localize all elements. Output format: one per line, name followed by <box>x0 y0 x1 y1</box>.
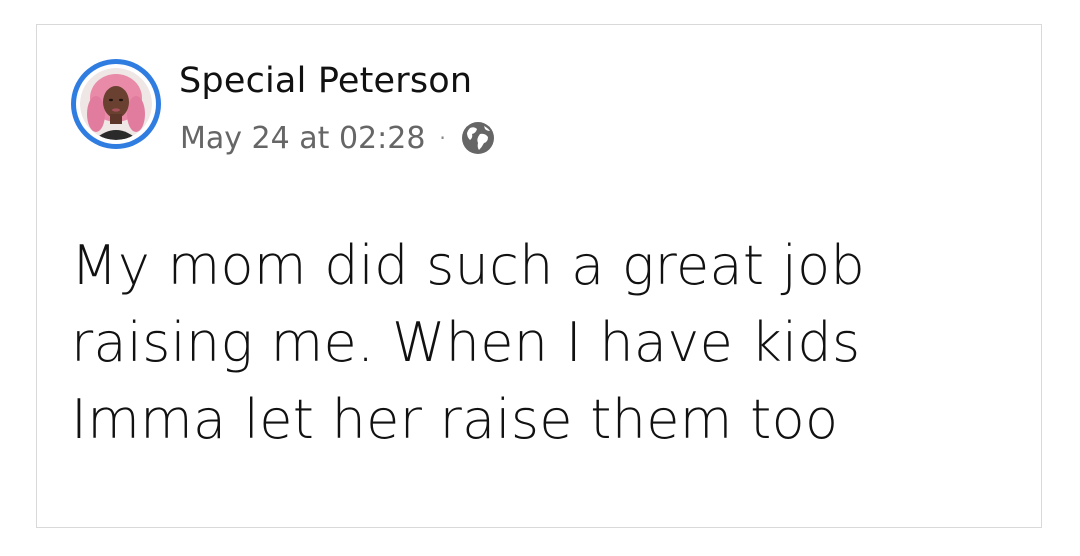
author-name[interactable]: Special Peterson <box>179 61 472 101</box>
post-body: My mom did such a great job raising me. … <box>71 234 866 451</box>
meta-separator: · <box>439 126 446 150</box>
globe-icon[interactable] <box>460 120 496 156</box>
profile-photo <box>80 68 152 140</box>
post-meta: May 24 at 02:28 · <box>180 120 496 156</box>
avatar-gap <box>76 64 156 144</box>
avatar[interactable] <box>71 59 161 149</box>
post-timestamp[interactable]: May 24 at 02:28 <box>180 121 425 156</box>
post-card: Special Peterson May 24 at 02:28 · My mo… <box>36 24 1042 528</box>
